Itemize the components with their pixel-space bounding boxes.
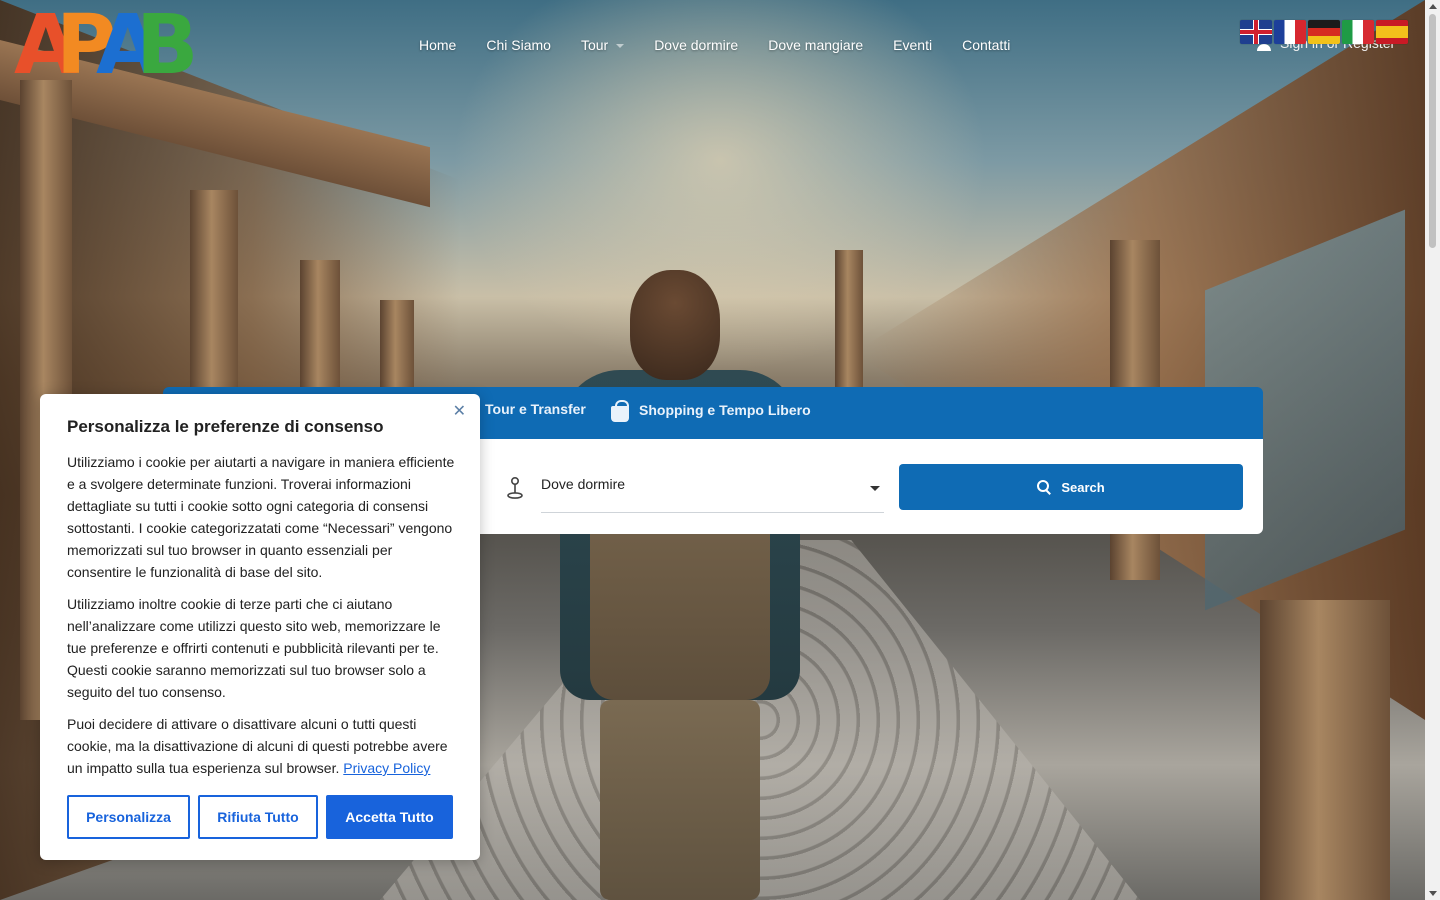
consent-paragraph: Puoi decidere di attivare o disattivare … <box>67 713 459 779</box>
nav-contatti[interactable]: Contatti <box>947 34 1025 56</box>
column <box>1260 600 1390 900</box>
chevron-down-icon <box>616 44 625 49</box>
nav-tour[interactable]: Tour <box>566 34 639 56</box>
nav-eventi[interactable]: Eventi <box>878 34 947 56</box>
scrollbar-thumb[interactable] <box>1429 14 1436 248</box>
nav-tour-label: Tour <box>580 37 609 53</box>
search-button[interactable]: Search <box>899 464 1243 510</box>
cookie-consent-dialog: ✕ Personalizza le preferenze di consenso… <box>40 394 480 860</box>
nav-dove-dormire[interactable]: Dove dormire <box>639 34 753 56</box>
tab-label: Shopping e Tempo Libero <box>639 402 811 418</box>
search-icon <box>1037 480 1051 494</box>
italy-flag-icon[interactable] <box>1342 20 1374 44</box>
scroll-up-arrow-icon[interactable] <box>1429 4 1437 9</box>
customize-button[interactable]: Personalizza <box>67 795 190 839</box>
germany-flag-icon[interactable] <box>1308 20 1340 44</box>
reject-all-button[interactable]: Rifiuta Tutto <box>198 795 318 839</box>
site-logo[interactable]: A P A B <box>14 0 198 93</box>
main-navigation: Home Chi Siamo Tour Dove dormire Dove ma… <box>404 34 1025 56</box>
consent-paragraph: Utilizziamo i cookie per aiutarti a navi… <box>67 454 455 580</box>
search-button-label: Search <box>1061 479 1105 495</box>
privacy-policy-link[interactable]: Privacy Policy <box>343 760 430 776</box>
chevron-down-icon <box>870 486 880 491</box>
france-flag-icon[interactable] <box>1274 20 1306 44</box>
uk-flag-icon[interactable] <box>1240 20 1272 44</box>
tab-label: Tour e Transfer <box>485 401 586 417</box>
column <box>835 250 863 400</box>
language-switcher <box>1240 20 1408 44</box>
category-select[interactable]: Dove dormire <box>541 465 884 513</box>
scroll-down-arrow-icon[interactable] <box>1429 891 1437 896</box>
nav-dove-mangiare[interactable]: Dove mangiare <box>753 34 878 56</box>
nav-home[interactable]: Home <box>404 34 471 56</box>
consent-paragraph: Utilizziamo inoltre cookie di terze part… <box>67 596 441 700</box>
location-pin-icon <box>507 476 523 499</box>
consent-title: Personalizza le preferenze di consenso <box>67 417 384 436</box>
close-icon[interactable]: ✕ <box>453 404 466 420</box>
logo-letter: B <box>136 0 198 93</box>
accept-all-button[interactable]: Accetta Tutto <box>326 795 453 839</box>
shopping-bag-icon <box>609 398 631 422</box>
tab-tour-transfer[interactable]: Tour e Transfer <box>485 401 586 417</box>
category-select-value: Dove dormire <box>541 476 626 492</box>
spain-flag-icon[interactable] <box>1376 20 1408 44</box>
page-scrollbar[interactable] <box>1425 0 1440 900</box>
tab-shopping[interactable]: Shopping e Tempo Libero <box>609 398 811 422</box>
nav-chi-siamo[interactable]: Chi Siamo <box>471 34 566 56</box>
traveler-figure <box>560 270 800 900</box>
